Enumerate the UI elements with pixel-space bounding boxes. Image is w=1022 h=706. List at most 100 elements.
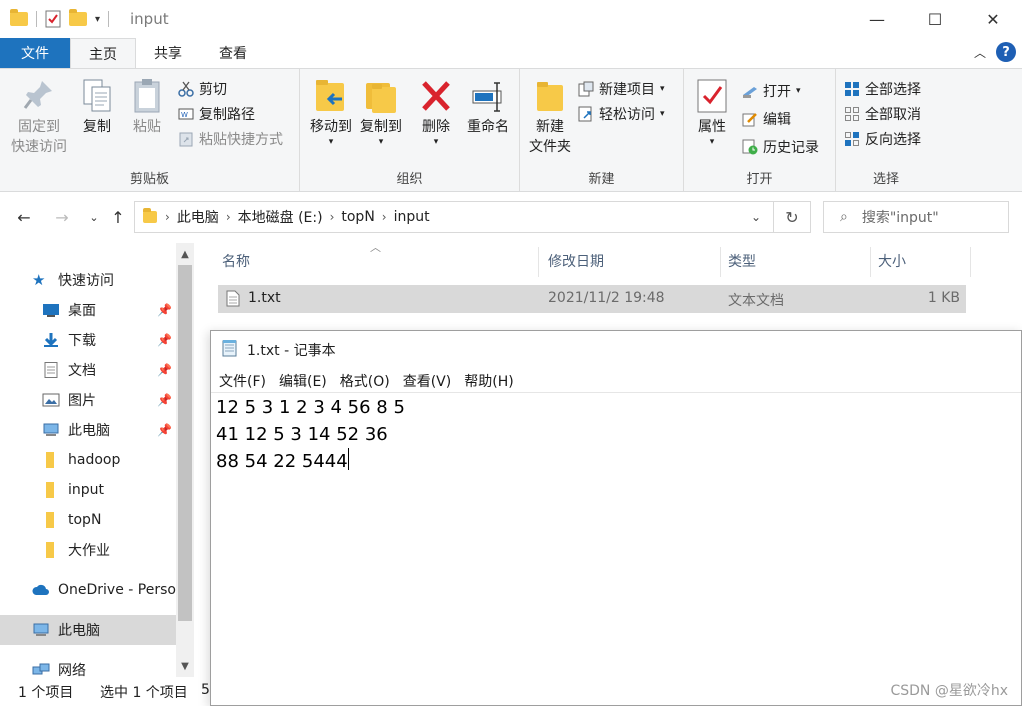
pin-icon[interactable]: 📌: [157, 303, 172, 317]
breadcrumb-topn[interactable]: topN: [341, 209, 374, 225]
nav-downloads[interactable]: 下载 📌: [0, 325, 176, 355]
address-bar[interactable]: › 此电脑 › 本地磁盘 (E:) › topN › input ⌄: [134, 201, 774, 233]
download-arrow-icon: [42, 332, 60, 348]
pin-icon[interactable]: 📌: [157, 333, 172, 347]
nav-pane-scrollbar[interactable]: ▲ ▼: [176, 243, 194, 677]
new-folder-icon: [533, 77, 567, 115]
nav-label: topN: [68, 512, 102, 528]
copy-to-button[interactable]: 复制到 ▾: [356, 77, 406, 147]
select-none-button[interactable]: 全部取消: [844, 102, 921, 126]
column-divider[interactable]: [970, 247, 971, 277]
column-divider[interactable]: [720, 247, 721, 277]
tab-share[interactable]: 共享: [136, 38, 200, 68]
forward-arrow-icon[interactable]: →: [50, 205, 74, 229]
close-button[interactable]: ✕: [964, 0, 1022, 38]
scroll-down-arrow-icon[interactable]: ▼: [176, 657, 194, 675]
delete-button[interactable]: 删除 ▾: [416, 77, 456, 147]
rename-label: 重命名: [467, 119, 509, 135]
menu-format[interactable]: 格式(O): [340, 371, 390, 391]
copy-button[interactable]: 复制: [74, 77, 120, 137]
tab-home[interactable]: 主页: [70, 38, 136, 68]
nav-this-pc-pinned[interactable]: 此电脑 📌: [0, 415, 176, 445]
nav-onedrive[interactable]: OneDrive - Perso: [0, 575, 176, 605]
folder-icon[interactable]: [10, 9, 28, 26]
minimize-button[interactable]: —: [848, 0, 906, 38]
maximize-button[interactable]: ☐: [906, 0, 964, 38]
invert-selection-button[interactable]: 反向选择: [844, 127, 921, 151]
status-extra: 5: [201, 682, 210, 698]
nav-folder-input[interactable]: input: [0, 475, 176, 505]
history-button[interactable]: 历史记录: [742, 135, 819, 159]
breadcrumb-input[interactable]: input: [394, 209, 430, 225]
nav-folder-big-homework[interactable]: 大作业: [0, 535, 176, 565]
menu-view[interactable]: 查看(V): [403, 371, 452, 391]
pin-icon[interactable]: 📌: [157, 363, 172, 377]
tab-file[interactable]: 文件: [0, 38, 70, 68]
move-to-button[interactable]: 移动到 ▾: [306, 77, 356, 147]
breadcrumb-separator[interactable]: ›: [226, 210, 231, 224]
new-folder-button[interactable]: 新建 文件夹: [524, 77, 576, 157]
paste-button[interactable]: 粘贴: [124, 77, 170, 137]
properties-button[interactable]: 属性 ▾: [688, 77, 736, 147]
column-divider[interactable]: [538, 247, 539, 277]
nav-pictures[interactable]: 图片 📌: [0, 385, 176, 415]
recent-locations-chevron-icon[interactable]: ⌄: [82, 205, 106, 229]
breadcrumb-this-pc[interactable]: 此电脑: [177, 207, 219, 227]
ribbon-right-controls: ︿ ?: [974, 42, 1016, 62]
breadcrumb-drive-e[interactable]: 本地磁盘 (E:): [238, 207, 323, 227]
computer-icon: [32, 622, 50, 638]
up-arrow-icon[interactable]: ↑: [106, 205, 130, 229]
nav-folder-topn[interactable]: topN: [0, 505, 176, 535]
paste-shortcut-button[interactable]: 粘贴快捷方式: [178, 127, 283, 151]
tab-view[interactable]: 查看: [200, 38, 266, 68]
menu-file[interactable]: 文件(F): [219, 371, 266, 391]
nav-quick-access[interactable]: ★ 快速访问: [0, 265, 176, 295]
cut-button[interactable]: 剪切: [178, 77, 227, 101]
open-button[interactable]: 打开 ▾: [742, 79, 801, 103]
pin-icon[interactable]: 📌: [157, 423, 172, 437]
ribbon-collapse-icon[interactable]: ︿: [974, 44, 986, 61]
search-box[interactable]: ⌕ 搜索"input": [823, 201, 1009, 233]
pin-quick-access-button[interactable]: 固定到 快速访问: [8, 77, 70, 157]
notepad-icon: [221, 339, 239, 361]
column-divider[interactable]: [870, 247, 871, 277]
properties-check-icon[interactable]: [45, 10, 61, 28]
breadcrumb-separator[interactable]: ›: [330, 210, 335, 224]
notepad-menubar: 文件(F) 编辑(E) 格式(O) 查看(V) 帮助(H): [211, 369, 1021, 393]
help-icon[interactable]: ?: [996, 42, 1016, 62]
scrollbar-thumb[interactable]: [178, 265, 192, 621]
paste-shortcut-icon: [178, 131, 194, 147]
copy-icon: [80, 77, 114, 115]
address-dropdown-icon[interactable]: ⌄: [751, 210, 761, 224]
nav-this-pc[interactable]: 此电脑: [0, 615, 176, 645]
computer-icon: [42, 422, 60, 438]
menu-help[interactable]: 帮助(H): [464, 371, 513, 391]
scroll-up-arrow-icon[interactable]: ▲: [176, 245, 194, 263]
breadcrumb-separator[interactable]: ›: [382, 210, 387, 224]
nav-folder-hadoop[interactable]: hadoop: [0, 445, 176, 475]
select-none-label: 全部取消: [865, 107, 921, 123]
select-all-button[interactable]: 全部选择: [844, 77, 921, 101]
nav-documents[interactable]: 文档 📌: [0, 355, 176, 385]
new-folder-qat-icon[interactable]: [69, 9, 87, 26]
column-header-modified[interactable]: 修改日期: [548, 243, 604, 279]
column-header-size[interactable]: 大小: [878, 243, 906, 279]
edit-button[interactable]: 编辑: [742, 107, 791, 131]
copy-path-button[interactable]: W 复制路径: [178, 102, 255, 126]
qat-dropdown-icon[interactable]: ▾: [95, 14, 100, 25]
refresh-icon[interactable]: ↻: [773, 201, 811, 233]
column-header-name[interactable]: 名称: [222, 243, 250, 279]
easy-access-button[interactable]: 轻松访问 ▾: [578, 102, 665, 126]
pin-icon[interactable]: 📌: [157, 393, 172, 407]
nav-desktop[interactable]: 桌面 📌: [0, 295, 176, 325]
column-header-type[interactable]: 类型: [728, 243, 756, 279]
notepad-text-area[interactable]: 12 5 3 1 2 3 4 56 8 5 41 12 5 3 14 52 36 8…: [216, 394, 405, 475]
rename-button[interactable]: 重命名: [460, 77, 516, 137]
back-arrow-icon[interactable]: ←: [12, 205, 36, 229]
file-row[interactable]: 1.txt 2021/11/2 19:48 文本文档 1 KB: [218, 285, 966, 313]
menu-edit[interactable]: 编辑(E): [279, 371, 327, 391]
invert-selection-label: 反向选择: [865, 132, 921, 148]
picture-icon: [42, 392, 60, 408]
new-item-button[interactable]: 新建项目 ▾: [578, 77, 665, 101]
breadcrumb-separator[interactable]: ›: [165, 210, 170, 224]
